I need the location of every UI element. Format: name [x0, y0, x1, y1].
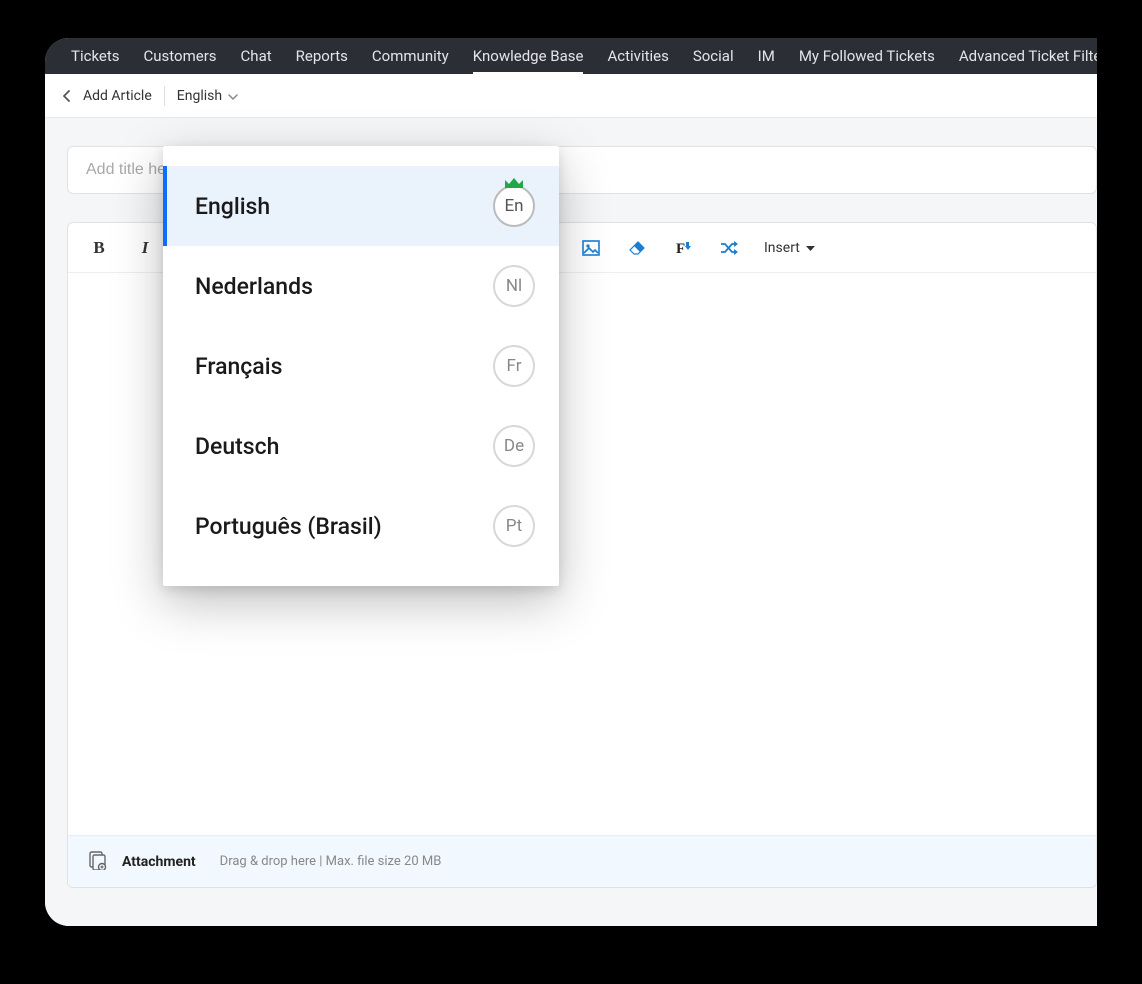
- lang-badge: De: [493, 425, 535, 467]
- nav-tickets[interactable]: Tickets: [59, 38, 132, 74]
- lang-option-deutsch[interactable]: Deutsch De: [163, 406, 559, 486]
- nav-customers[interactable]: Customers: [132, 38, 229, 74]
- nav-community[interactable]: Community: [360, 38, 461, 74]
- nav-knowledge-base[interactable]: Knowledge Base: [461, 38, 596, 74]
- lang-badge: Pt: [493, 505, 535, 547]
- image-icon[interactable]: [580, 237, 602, 259]
- lang-badge: Nl: [493, 265, 535, 307]
- attachment-icon: [88, 850, 108, 874]
- shuffle-icon[interactable]: [718, 237, 740, 259]
- nav-im[interactable]: IM: [746, 38, 787, 74]
- crown-icon: [503, 176, 525, 190]
- lang-name: Deutsch: [195, 433, 279, 460]
- lang-name: Português (Brasil): [195, 513, 382, 540]
- lang-name: Français: [195, 353, 282, 380]
- nav-social[interactable]: Social: [681, 38, 746, 74]
- lang-name: English: [195, 193, 270, 220]
- lang-option-english[interactable]: English En: [163, 166, 559, 246]
- nav-advanced-ticket-filter[interactable]: Advanced Ticket Filte: [947, 38, 1097, 74]
- attachment-bar[interactable]: Attachment Drag & drop here | Max. file …: [68, 835, 1096, 887]
- chevron-down-icon: [228, 88, 238, 104]
- svg-text:F: F: [676, 241, 685, 257]
- nav-chat[interactable]: Chat: [229, 38, 284, 74]
- lang-option-francais[interactable]: Français Fr: [163, 326, 559, 406]
- attachment-hint: Drag & drop here | Max. file size 20 MB: [220, 854, 442, 869]
- language-selector[interactable]: English: [177, 88, 238, 104]
- eraser-icon[interactable]: [626, 237, 648, 259]
- lang-name: Nederlands: [195, 273, 313, 300]
- lang-badge: En: [493, 185, 535, 227]
- lang-option-portugues[interactable]: Português (Brasil) Pt: [163, 486, 559, 566]
- lang-option-nederlands[interactable]: Nederlands Nl: [163, 246, 559, 326]
- app-window: Tickets Customers Chat Reports Community…: [45, 38, 1097, 926]
- sub-header: Add Article English: [45, 74, 1097, 118]
- insert-label: Insert: [764, 240, 800, 256]
- back-icon[interactable]: [63, 90, 71, 102]
- attachment-label: Attachment: [122, 854, 196, 870]
- top-nav: Tickets Customers Chat Reports Community…: [45, 38, 1097, 74]
- language-dropdown: English En Nederlands Nl Français Fr Deu…: [163, 146, 559, 586]
- nav-my-followed-tickets[interactable]: My Followed Tickets: [787, 38, 947, 74]
- lang-badge: Fr: [493, 345, 535, 387]
- caret-down-icon: [806, 240, 815, 256]
- nav-activities[interactable]: Activities: [595, 38, 680, 74]
- divider: [164, 86, 165, 106]
- bold-button[interactable]: B: [88, 237, 110, 259]
- font-format-icon[interactable]: F: [672, 237, 694, 259]
- breadcrumb-add-article[interactable]: Add Article: [83, 88, 152, 104]
- insert-dropdown[interactable]: Insert: [764, 240, 815, 256]
- nav-reports[interactable]: Reports: [284, 38, 360, 74]
- italic-button[interactable]: I: [134, 237, 156, 259]
- language-selector-label: English: [177, 88, 222, 104]
